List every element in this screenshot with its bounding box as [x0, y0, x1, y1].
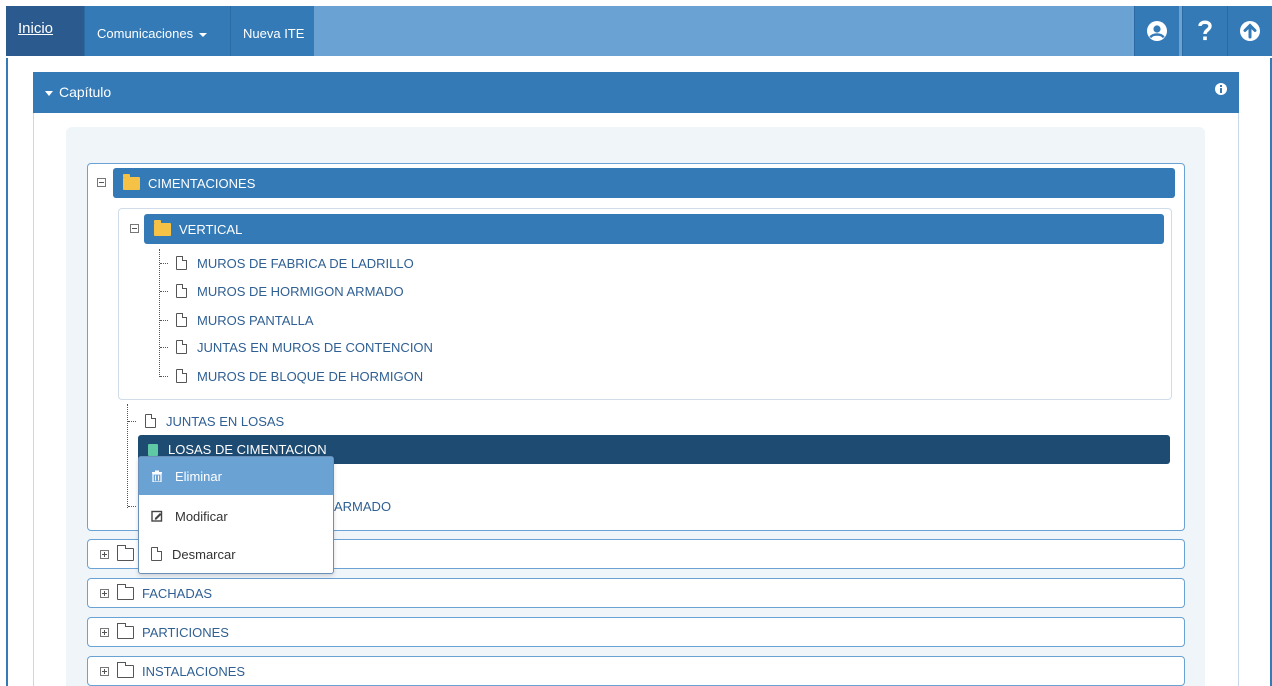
- tree-item[interactable]: MUROS DE FABRICA DE LADRILLO: [176, 253, 414, 273]
- tree-item[interactable]: ARMADO: [334, 496, 391, 516]
- tree-node-fachadas[interactable]: FACHADAS: [87, 578, 1185, 608]
- edit-icon: [151, 510, 163, 522]
- tree-item[interactable]: MUROS DE BLOQUE DE HORMIGON: [176, 366, 423, 386]
- context-menu-label: Eliminar: [175, 468, 222, 484]
- tree-connector: [160, 263, 168, 264]
- folder-icon: [117, 544, 134, 561]
- trash-icon: [152, 470, 162, 482]
- context-menu-label: Modificar: [175, 508, 228, 524]
- tree-item[interactable]: JUNTAS EN LOSAS: [145, 411, 284, 431]
- tree-connector: [160, 291, 168, 292]
- tree-node-instalaciones[interactable]: INSTALACIONES: [87, 656, 1185, 686]
- top-navbar: Inicio Comunicaciones Nueva ITE: [6, 6, 1272, 56]
- document-checked-icon: [148, 443, 158, 456]
- document-icon: [176, 340, 187, 354]
- tree-label: VERTICAL: [179, 221, 243, 237]
- panel-title: Capítulo: [59, 84, 112, 100]
- folder-icon: [117, 622, 134, 639]
- collapse-icon[interactable]: [130, 224, 139, 233]
- nav-nueva-ite[interactable]: Nueva ITE: [230, 6, 314, 56]
- user-button[interactable]: [1134, 6, 1179, 56]
- folder-open-icon: [154, 219, 171, 236]
- expand-icon[interactable]: [100, 666, 109, 676]
- folder-icon: [117, 583, 134, 600]
- context-menu-eliminar[interactable]: Eliminar: [139, 457, 333, 495]
- nav-comunicaciones-label: Comunicaciones: [97, 26, 194, 41]
- expand-icon[interactable]: [100, 588, 109, 598]
- tree-connector: [128, 421, 136, 422]
- tree-row-vertical[interactable]: VERTICAL: [130, 214, 1164, 244]
- tree-item[interactable]: MUROS PANTALLA: [176, 310, 314, 330]
- collapse-icon[interactable]: [97, 178, 106, 187]
- tree-item-label: MUROS PANTALLA: [197, 312, 314, 328]
- context-menu-desmarcar[interactable]: Desmarcar: [139, 535, 333, 573]
- capitulo-panel-header[interactable]: Capítulo: [33, 72, 1239, 113]
- document-icon: [176, 313, 187, 327]
- tree-connector: [160, 347, 168, 348]
- tree-label: FACHADAS: [142, 585, 213, 601]
- caret-down-icon: [45, 90, 53, 96]
- info-icon[interactable]: [1215, 83, 1227, 95]
- nav-comunicaciones-dropdown[interactable]: Comunicaciones: [84, 6, 230, 56]
- tree-item[interactable]: JUNTAS EN MUROS DE CONTENCION: [176, 337, 433, 357]
- tree-item-label: JUNTAS EN LOSAS: [166, 413, 285, 429]
- document-icon: [176, 256, 187, 270]
- tree-item-label: MUROS DE HORMIGON ARMADO: [197, 283, 404, 299]
- context-menu-modificar[interactable]: Modificar: [139, 497, 333, 535]
- tree-item[interactable]: MUROS DE HORMIGON ARMADO: [176, 281, 404, 301]
- tree-connector: [159, 249, 160, 377]
- expand-icon[interactable]: [100, 627, 109, 637]
- document-icon: [176, 369, 187, 383]
- caret-down-icon: [199, 32, 208, 37]
- context-menu: Eliminar Modificar Desmarcar: [138, 456, 334, 574]
- tree-row-cimentaciones[interactable]: CIMENTACIONES: [97, 168, 1175, 198]
- tree-label: INSTALACIONES: [142, 663, 246, 679]
- tree-connector: [160, 320, 168, 321]
- tree-node-particiones[interactable]: PARTICIONES: [87, 617, 1185, 647]
- scroll-up-button[interactable]: [1227, 6, 1272, 56]
- nav-home-link[interactable]: Inicio: [6, 6, 84, 56]
- document-icon: [176, 284, 187, 298]
- tree-connector: [127, 404, 128, 508]
- help-icon: [1198, 20, 1212, 41]
- upload-icon: [1240, 21, 1260, 41]
- document-icon: [145, 414, 156, 428]
- tree-label: LOSAS DE CIMENTACION: [168, 442, 327, 457]
- tree-item-label: MUROS DE BLOQUE DE HORMIGON: [197, 368, 424, 384]
- tree-item-label: ARMADO: [334, 498, 392, 514]
- folder-icon: [117, 661, 134, 678]
- document-icon: [151, 547, 162, 561]
- help-button[interactable]: [1182, 6, 1227, 56]
- context-menu-label: Desmarcar: [172, 546, 236, 562]
- folder-open-icon: [123, 173, 140, 190]
- expand-icon[interactable]: [100, 549, 109, 559]
- tree-item-label: MUROS DE FABRICA DE LADRILLO: [197, 255, 414, 271]
- user-circle-icon: [1147, 21, 1167, 41]
- tree-connector: [128, 506, 136, 507]
- tree-label: PARTICIONES: [142, 624, 229, 640]
- tree-label: CIMENTACIONES: [148, 175, 256, 191]
- tree-connector: [160, 376, 168, 377]
- tree-item-label: JUNTAS EN MUROS DE CONTENCION: [197, 339, 433, 355]
